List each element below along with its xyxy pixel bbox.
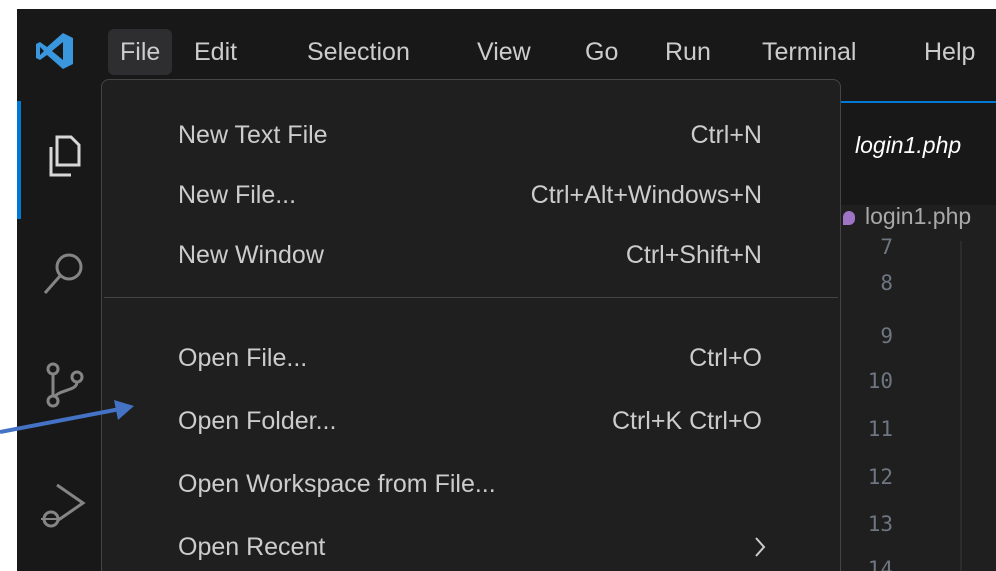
arrow-icon [0,400,134,434]
